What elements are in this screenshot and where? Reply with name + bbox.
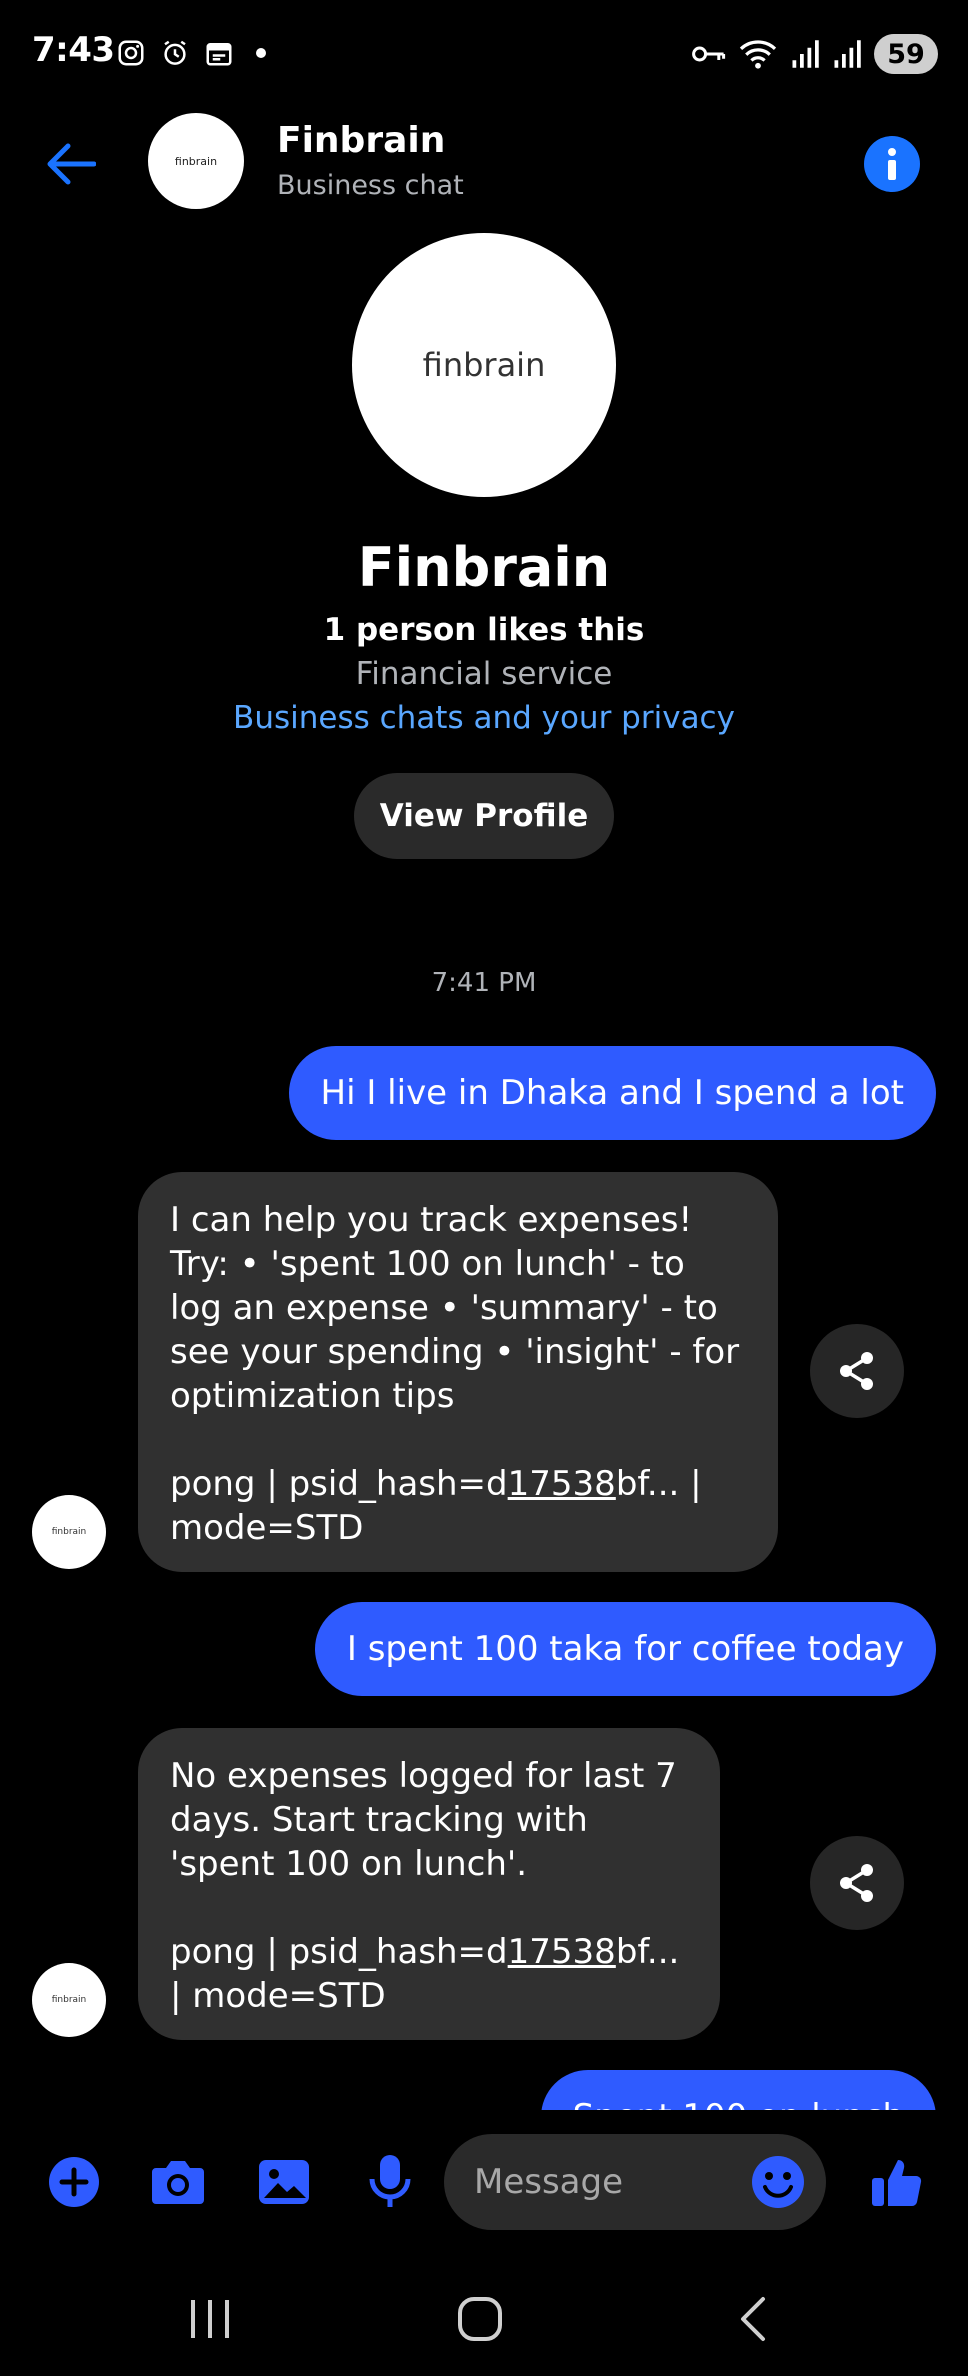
profile-avatar-logo: finbrain [422,346,546,384]
status-bar: 7:43 59 [0,0,968,110]
share-icon [840,1352,873,1390]
header-avatar[interactable]: finbrain [148,113,244,209]
message-composer [0,2110,968,2256]
view-profile-button[interactable]: View Profile [354,773,614,859]
message-body: No expenses logged for last 7 days. Star… [170,1756,688,1884]
camera-icon [152,2161,204,2204]
home-icon [458,2297,502,2341]
profile-name: Finbrain [357,536,611,599]
back-arrow-icon [47,143,96,185]
profile-category: Financial service [355,656,613,692]
vpn-key-icon [692,46,726,62]
message-debug-prefix: pong | psid_hash=d [170,1932,508,1972]
camera-button[interactable] [148,2152,208,2212]
back-button[interactable] [40,134,100,194]
info-button[interactable] [864,136,920,192]
emoji-icon[interactable] [748,2152,808,2212]
gallery-button[interactable] [254,2152,314,2212]
recents-button[interactable] [170,2284,250,2354]
share-icon [840,1864,873,1902]
header-title[interactable]: Finbrain [277,120,445,161]
message-hash-link[interactable]: 17538 [508,1932,616,1972]
status-left-icons [116,38,266,68]
message-input[interactable] [474,2134,734,2230]
like-button[interactable] [868,2152,928,2212]
microphone-icon [369,2155,411,2207]
share-button[interactable] [810,1324,904,1418]
thumbs-up-icon [872,2160,922,2207]
bot-avatar[interactable]: finbrain [32,1495,106,1569]
message-debug-prefix: pong | psid_hash=d [170,1464,508,1504]
home-button[interactable] [440,2284,520,2354]
battery-indicator: 59 [874,34,938,74]
back-nav-button[interactable] [712,2284,792,2354]
status-time: 7:43 [32,30,115,70]
outgoing-message[interactable]: Hi I live in Dhaka and I spend a lot [288,1046,936,1140]
chat-timestamp: 7:41 PM [431,968,537,998]
wifi-icon [739,40,777,69]
header-subtitle: Business chat [277,170,464,201]
profile-avatar: finbrain [352,233,616,497]
message-hash-link[interactable]: 17538 [508,1464,616,1504]
incoming-message[interactable]: I can help you track expenses! Try: • 's… [138,1172,778,1572]
voice-button[interactable] [360,2152,420,2212]
instagram-icon [118,40,144,66]
notification-dot [256,48,266,58]
share-button[interactable] [810,1836,904,1930]
message-field [444,2134,826,2230]
signal-icon [792,40,819,68]
bot-avatar-logo: finbrain [51,1527,87,1537]
info-icon [888,148,896,180]
calendar-icon [206,43,232,66]
add-button[interactable] [44,2152,104,2212]
bot-avatar[interactable]: finbrain [32,1963,106,2037]
message-body: I can help you track expenses! Try: • 's… [170,1200,750,1416]
back-nav-icon [741,2297,765,2341]
plus-icon [49,2157,99,2207]
signal-icon [834,40,861,68]
alarm-icon [164,40,186,65]
status-right-icons: 59 [690,34,938,74]
system-nav-bar [0,2256,968,2376]
header-avatar-logo: finbrain [174,154,218,168]
bot-avatar-logo: finbrain [51,1995,87,2005]
privacy-link[interactable]: Business chats and your privacy [0,700,968,736]
profile-likes: 1 person likes this [323,612,645,648]
outgoing-message[interactable]: I spent 100 taka for coffee today [314,1602,936,1696]
gallery-icon [259,2160,309,2204]
recents-icon [191,2300,229,2338]
incoming-message[interactable]: No expenses logged for last 7 days. Star… [138,1728,720,2040]
chat-header: finbrain Finbrain Business chat [0,110,968,220]
